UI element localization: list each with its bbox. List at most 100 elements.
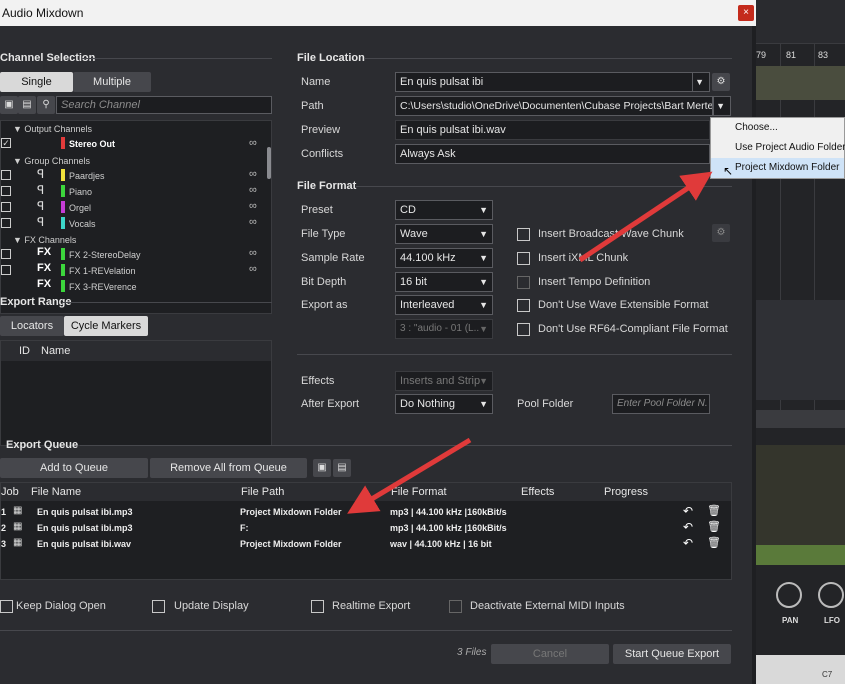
realtime-export-checkbox[interactable]	[311, 600, 324, 613]
menu-item-choose[interactable]: Choose...	[711, 118, 844, 138]
name-dropdown-button[interactable]: ▼	[692, 72, 710, 92]
multiple-button[interactable]: Multiple	[73, 72, 151, 92]
close-button[interactable]: ×	[738, 5, 754, 21]
link-icon: ∞	[249, 263, 257, 275]
single-button[interactable]: Single	[0, 72, 73, 92]
tree-fx1[interactable]: FX 1-REVelation	[69, 266, 136, 276]
link-icon[interactable]: ⚲	[37, 96, 55, 114]
tree-piano[interactable]: Piano	[69, 187, 92, 197]
cancel-button[interactable]: Cancel	[491, 644, 609, 664]
undo-icon[interactable]: ↶	[683, 504, 693, 518]
rf64-checkbox[interactable]	[517, 323, 530, 336]
link-icon: ∞	[249, 216, 257, 228]
undo-icon[interactable]: ↶	[683, 536, 693, 550]
bit-depth-dropdown[interactable]: 16 bit ▼	[395, 272, 493, 292]
pan-knob[interactable]	[776, 582, 802, 608]
tree-group-group[interactable]: ▼ Group Channels	[13, 156, 90, 166]
realtime-export-label: Realtime Export	[332, 600, 411, 612]
audio-mixdown-dialog: Channel Selection Single Multiple ▣ ▤ ⚲ …	[0, 26, 752, 684]
start-queue-export-button[interactable]: Start Queue Export	[613, 644, 731, 664]
deactivate-midi-checkbox[interactable]	[449, 600, 462, 613]
collapse-icon[interactable]: ▤	[333, 459, 351, 477]
export-queue-title: Export Queue	[6, 439, 79, 451]
export-as-dropdown[interactable]: Interleaved ▼	[395, 295, 493, 315]
link-icon: ∞	[249, 200, 257, 212]
path-dropdown-button[interactable]: ▼	[713, 96, 731, 116]
preset-dropdown[interactable]: CD ▼	[395, 200, 493, 220]
tree-group-fx[interactable]: ▼ FX Channels	[13, 235, 76, 245]
tree-fx3[interactable]: FX 3-REVerence	[69, 282, 137, 292]
name-input[interactable]: En quis pulsat ibi	[395, 72, 710, 92]
keep-open-label: Keep Dialog Open	[16, 600, 106, 612]
table-row[interactable]: 3 ▦ En quis pulsat ibi.wav Project Mixdo…	[1, 536, 731, 553]
tree-paardjes[interactable]: Paardjes	[69, 171, 105, 181]
tree-stereo-out[interactable]: Stereo Out	[69, 139, 115, 149]
fx-icon: FX	[37, 262, 52, 274]
wavex-checkbox[interactable]	[517, 299, 530, 312]
pool-folder-input[interactable]: Enter Pool Folder N.	[612, 394, 710, 414]
col-file-format: File Format	[391, 486, 447, 498]
tree-group-output[interactable]: ▼ Output Channels	[13, 124, 92, 134]
update-display-checkbox[interactable]	[152, 600, 165, 613]
after-export-dropdown[interactable]: Do Nothing ▼	[395, 394, 493, 414]
preview-field: En quis pulsat ibi.wav	[395, 120, 710, 140]
gear-icon[interactable]: ⚙	[712, 224, 730, 242]
group-icon: ꟼ	[37, 199, 45, 213]
marker-list: ID Name	[0, 340, 272, 446]
cycle-markers-button[interactable]: Cycle Markers	[64, 316, 148, 336]
output-sub-dropdown[interactable]: 3 : "audio - 01 (L.. ▼	[395, 319, 493, 339]
effects-dropdown[interactable]: Inserts and Strip ▼	[395, 371, 493, 391]
file-type-dropdown[interactable]: Wave ▼	[395, 224, 493, 244]
wavex-label: Don't Use Wave Extensible Format	[538, 299, 709, 311]
ixml-checkbox[interactable]	[517, 252, 530, 265]
tempo-label: Insert Tempo Definition	[538, 276, 651, 288]
keyboard-c7-label: C7	[822, 670, 833, 679]
locators-button[interactable]: Locators	[0, 316, 64, 336]
undo-icon[interactable]: ↶	[683, 520, 693, 534]
search-channel-input[interactable]: Search Channel	[56, 96, 272, 114]
lfo-knob[interactable]	[818, 582, 844, 608]
trash-icon[interactable]: 🗑	[707, 520, 721, 533]
preview-label: Preview	[301, 124, 341, 136]
trash-icon[interactable]: 🗑	[707, 536, 721, 549]
col-id: ID	[19, 345, 30, 357]
remove-all-button[interactable]: Remove All from Queue	[150, 458, 307, 478]
path-input[interactable]: C:\Users\studio\OneDrive\Documenten\Cuba…	[395, 96, 713, 116]
tree-vocals[interactable]: Vocals	[69, 219, 96, 229]
after-export-label: After Export	[301, 398, 360, 410]
group-icon: ꟼ	[37, 215, 45, 229]
daw-ruler	[756, 0, 845, 44]
expand-all-icon[interactable]: ▣	[0, 96, 18, 114]
ruler-79: 79	[756, 50, 767, 60]
deactivate-midi-label: Deactivate External MIDI Inputs	[470, 600, 625, 612]
file-location-title: File Location	[297, 52, 365, 64]
keep-open-checkbox[interactable]	[0, 600, 13, 613]
tree-fx2[interactable]: FX 2-StereoDelay	[69, 250, 141, 260]
trash-icon[interactable]: 🗑	[707, 504, 721, 517]
daw-track-event	[756, 66, 845, 100]
bwf-checkbox[interactable]	[517, 228, 530, 241]
collapse-all-icon[interactable]: ▤	[18, 96, 36, 114]
add-to-queue-button[interactable]: Add to Queue	[0, 458, 148, 478]
stereo-out-checkbox[interactable]: ✓	[1, 138, 11, 148]
tree-orgel[interactable]: Orgel	[69, 203, 91, 213]
bwf-label: Insert Broadcast Wave Chunk	[538, 228, 684, 240]
table-row[interactable]: 2 ▦ En quis pulsat ibi.mp3 F: mp3 | 44.1…	[1, 520, 731, 537]
conflicts-dropdown[interactable]: Always Ask	[395, 144, 710, 164]
group-icon: ꟼ	[37, 167, 45, 181]
channel-tree-scrollbar[interactable]	[267, 147, 271, 179]
file-type-label: File Type	[301, 228, 346, 240]
name-label: Name	[301, 76, 331, 88]
channel-tree: ▼ Output Channels ✓ Stereo Out ∞ ▼ Group…	[0, 120, 272, 314]
ixml-label: Insert iXML Chunk	[538, 252, 629, 264]
group-icon: ꟼ	[37, 183, 45, 197]
title-bar: Audio Mixdown ×	[0, 0, 756, 26]
preset-label: Preset	[301, 204, 333, 216]
expand-icon[interactable]: ▣	[313, 459, 331, 477]
col-progress: Progress	[604, 486, 649, 498]
tempo-checkbox[interactable]	[517, 276, 530, 289]
table-row[interactable]: 1 ▦ En quis pulsat ibi.mp3 Project Mixdo…	[1, 504, 731, 521]
menu-item-project-audio-folder[interactable]: Use Project Audio Folder	[711, 138, 845, 158]
sample-rate-dropdown[interactable]: 44.100 kHz ▼	[395, 248, 493, 268]
gear-icon[interactable]: ⚙	[712, 73, 730, 91]
